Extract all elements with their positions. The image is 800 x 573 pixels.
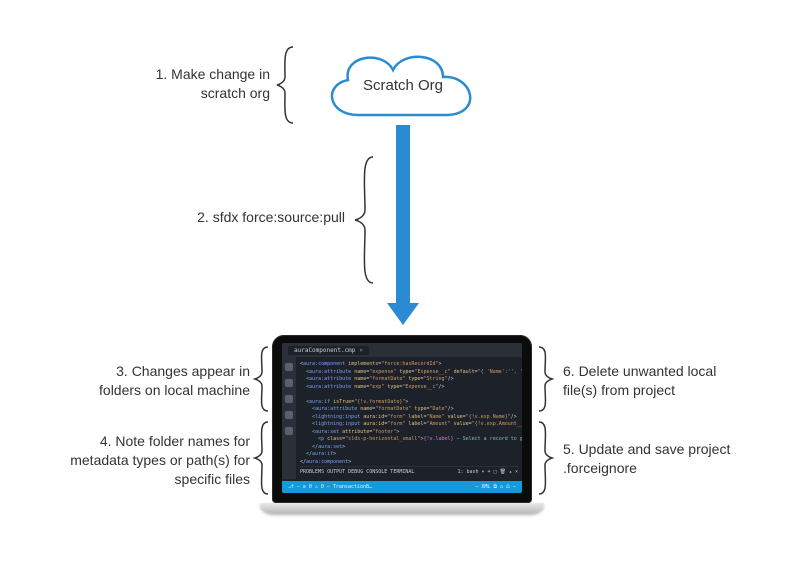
brace-step-1 xyxy=(275,45,297,125)
debug-icon xyxy=(285,411,293,419)
search-icon xyxy=(285,379,293,387)
panel-tabs-left: PROBLEMS OUTPUT DEBUG CONSOLE TERMINAL xyxy=(300,469,414,475)
cloud-scratch-org: Scratch Org xyxy=(313,35,493,135)
arrow-head-icon xyxy=(387,303,419,325)
panel-tabs-right: 1: bash ▾ + □ 🗑 ▴ × xyxy=(457,469,518,475)
laptop: auraComponent.cmp × <aura:component imple… xyxy=(272,335,532,513)
step-2-label: 2. sfdx force:source:pull xyxy=(145,208,345,227)
brace-step-6 xyxy=(536,345,554,413)
editor-panel-tabs: PROBLEMS OUTPUT DEBUG CONSOLE TERMINAL 1… xyxy=(300,466,518,475)
step-4-label: 4. Note folder names for metadata types … xyxy=(68,432,250,489)
step-6-label: 6. Delete unwanted local file(s) from pr… xyxy=(563,362,753,400)
step-5-label: 5. Update and save project .forceignore xyxy=(563,440,763,478)
editor-screen: auraComponent.cmp × <aura:component imple… xyxy=(282,343,522,493)
close-icon: × xyxy=(359,347,363,354)
arrow-down xyxy=(391,125,415,325)
diagram-stage: Scratch Org 1. Make change in scratch or… xyxy=(0,0,800,573)
editor-code: <aura:component implements="force:hasRec… xyxy=(300,361,518,466)
editor-tab-label: auraComponent.cmp xyxy=(294,347,355,354)
files-icon xyxy=(285,363,293,371)
editor-activitybar xyxy=(282,357,296,479)
extensions-icon xyxy=(285,427,293,435)
brace-step-3 xyxy=(253,345,271,413)
laptop-bezel: auraComponent.cmp × <aura:component imple… xyxy=(272,335,532,503)
status-right: — XML ⧉ ⌂ ⎌ — xyxy=(475,484,516,490)
laptop-base xyxy=(260,503,544,513)
editor-titlebar: auraComponent.cmp × xyxy=(282,343,522,357)
arrow-shaft xyxy=(396,125,410,307)
git-icon xyxy=(285,395,293,403)
brace-step-4 xyxy=(253,420,271,496)
step-3-label: 3. Changes appear in folders on local ma… xyxy=(80,362,250,400)
editor-tab: auraComponent.cmp × xyxy=(288,346,369,355)
cloud-label: Scratch Org xyxy=(313,35,493,135)
status-left: ⎇ — ⊘ 0 ⚠ 0 — TransactionB… xyxy=(288,484,372,490)
brace-step-5 xyxy=(536,420,554,496)
brace-step-2 xyxy=(353,155,377,285)
editor-statusbar: ⎇ — ⊘ 0 ⚠ 0 — TransactionB… — XML ⧉ ⌂ ⎌ … xyxy=(282,481,522,493)
step-1-label: 1. Make change in scratch org xyxy=(120,65,270,103)
